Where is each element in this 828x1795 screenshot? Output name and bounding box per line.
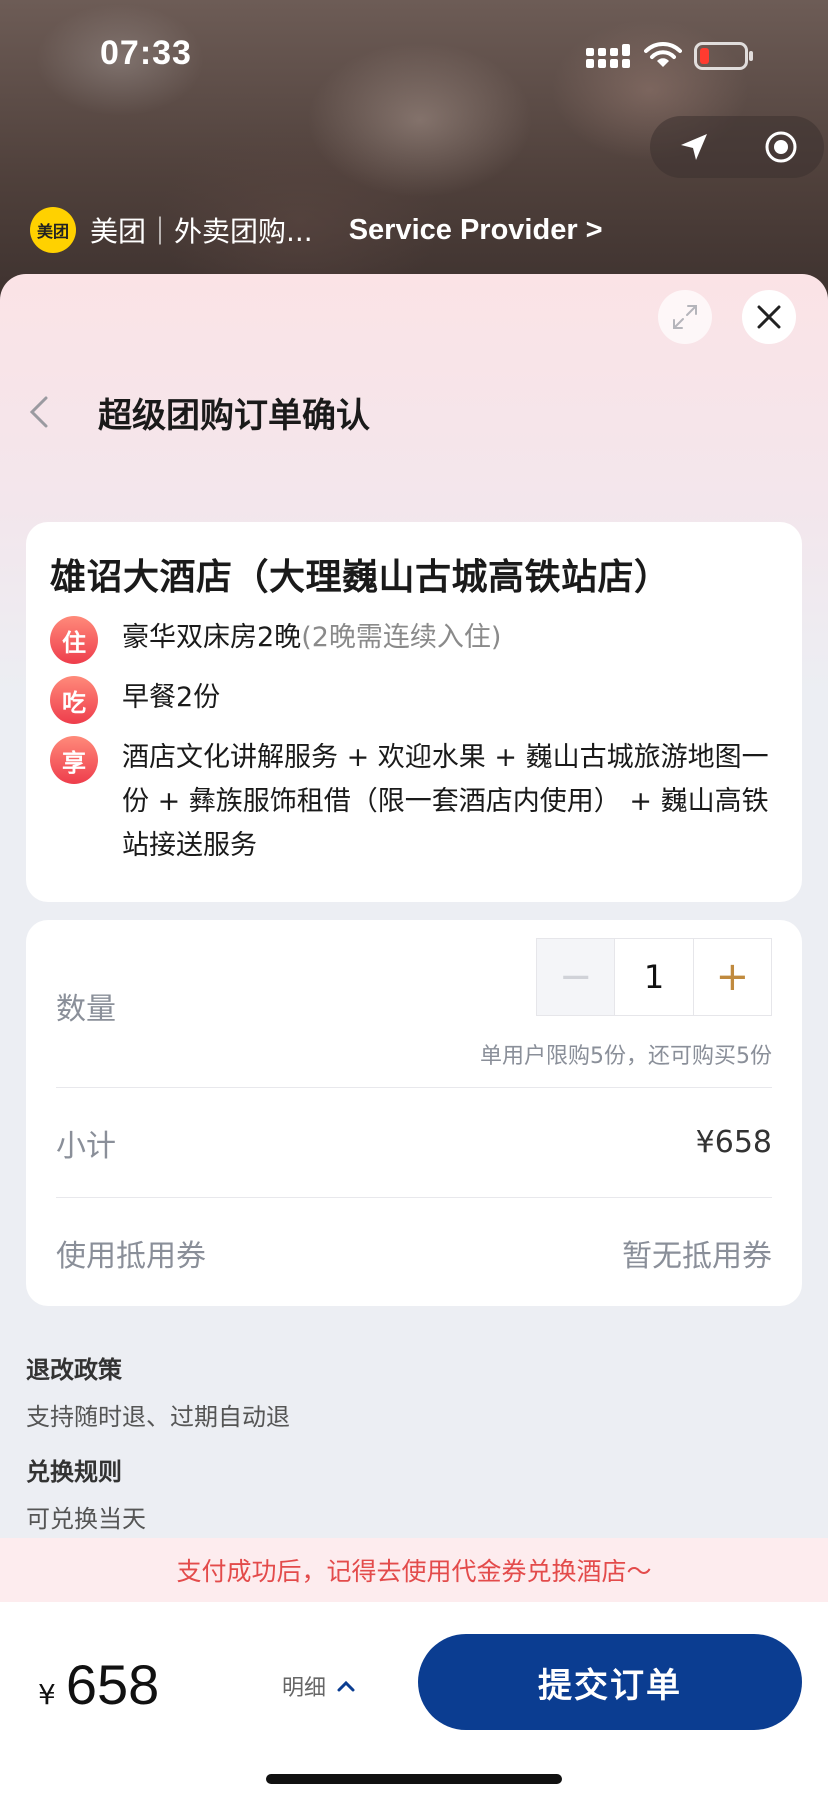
- meituan-logo: 美团: [30, 207, 76, 253]
- feature-item: 吃 早餐2份: [50, 676, 778, 724]
- policy-title: 退改政策: [26, 1356, 122, 1384]
- quantity-value: 1: [614, 939, 694, 1015]
- refund-policy: 退改政策 支持随时退、过期自动退: [26, 1350, 290, 1432]
- wifi-icon: [644, 41, 682, 67]
- chevron-up-icon: [337, 1680, 355, 1692]
- meal-badge: 吃: [50, 676, 98, 724]
- quantity-row: 数量 − 1 + 单用户限购5份，还可购买5份: [56, 920, 772, 1088]
- policy-text: 可兑换当天: [26, 1505, 146, 1533]
- back-arrow-icon[interactable]: [24, 392, 54, 432]
- feature-note: (2晚需连续入住): [301, 622, 502, 653]
- order-sheet: 超级团购订单确认 雄诏大酒店（大理巍山古城高铁站店） 住 豪华双床房2晚(2晚需…: [0, 274, 828, 1795]
- price-detail-toggle[interactable]: 明细: [282, 1670, 356, 1702]
- feature-item: 享 酒店文化讲解服务 + 欢迎水果 + 巍山古城旅游地图一份 + 彝族服饰租借（…: [50, 736, 778, 868]
- subtotal-label: 小计: [56, 1128, 116, 1164]
- expand-icon: [673, 305, 697, 329]
- cellular-signal-icon: [586, 44, 630, 68]
- order-card: 数量 − 1 + 单用户限购5份，还可购买5份 小计 ¥658 使用抵用券 暂无…: [26, 920, 802, 1306]
- payment-tip-banner: 支付成功后，记得去使用代金券兑换酒店～: [0, 1538, 828, 1602]
- total-value: 658: [65, 1653, 160, 1716]
- battery-icon: [694, 42, 753, 70]
- coupon-label: 使用抵用券: [56, 1239, 206, 1274]
- home-indicator: [266, 1774, 562, 1784]
- purchase-limit-note: 单用户限购5份，还可购买5份: [480, 1044, 772, 1069]
- record-target-icon[interactable]: [764, 130, 798, 164]
- policy-text: 支持随时退、过期自动退: [26, 1403, 290, 1431]
- mini-program-capsule: [650, 116, 824, 178]
- feature-text: 豪华双床房2晚: [122, 622, 302, 653]
- hotel-name: 雄诏大酒店（大理巍山古城高铁站店）: [50, 557, 671, 598]
- coupon-row[interactable]: 使用抵用券 暂无抵用券: [56, 1198, 772, 1308]
- stay-badge: 住: [50, 616, 98, 664]
- expand-button[interactable]: [658, 290, 712, 344]
- policy-title: 兑换规则: [26, 1458, 122, 1486]
- checkout-bar: ¥ 658 明细 提交订单: [0, 1602, 828, 1795]
- decrease-button[interactable]: −: [537, 939, 615, 1015]
- detail-label: 明细: [282, 1676, 327, 1701]
- close-button[interactable]: [742, 290, 796, 344]
- increase-button[interactable]: +: [694, 939, 771, 1015]
- hotel-card: 雄诏大酒店（大理巍山古城高铁站店） 住 豪华双床房2晚(2晚需连续入住) 吃 早…: [26, 522, 802, 902]
- close-icon: [757, 305, 781, 329]
- location-arrow-icon[interactable]: [677, 130, 711, 164]
- perk-badge: 享: [50, 736, 98, 784]
- page-title: 超级团购订单确认: [98, 395, 370, 436]
- redemption-rules: 兑换规则 可兑换当天: [26, 1452, 146, 1534]
- currency-symbol: ¥: [38, 1678, 56, 1711]
- total-price: ¥ 658: [38, 1652, 159, 1717]
- header: 超级团购订单确认: [24, 384, 370, 440]
- feature-item: 住 豪华双床房2晚(2晚需连续入住): [50, 616, 778, 664]
- service-provider-row: 美团 美团｜外卖团购... Service Provider >: [30, 206, 603, 254]
- subtotal-row: 小计 ¥658: [56, 1088, 772, 1198]
- quantity-stepper: − 1 +: [536, 938, 772, 1016]
- coupon-value: 暂无抵用券: [622, 1239, 772, 1274]
- status-time: 07:33: [100, 34, 192, 72]
- provider-name: 美团｜外卖团购...: [90, 215, 313, 248]
- feature-text: 早餐2份: [122, 682, 221, 713]
- feature-text: 酒店文化讲解服务 + 欢迎水果 + 巍山古城旅游地图一份 + 彝族服饰租借（限一…: [122, 742, 769, 861]
- subtotal-value: ¥658: [695, 1125, 772, 1160]
- status-bar: 07:33: [0, 0, 828, 110]
- submit-order-button[interactable]: 提交订单: [418, 1634, 802, 1730]
- quantity-label: 数量: [56, 992, 116, 1027]
- service-provider-link[interactable]: Service Provider >: [349, 214, 603, 247]
